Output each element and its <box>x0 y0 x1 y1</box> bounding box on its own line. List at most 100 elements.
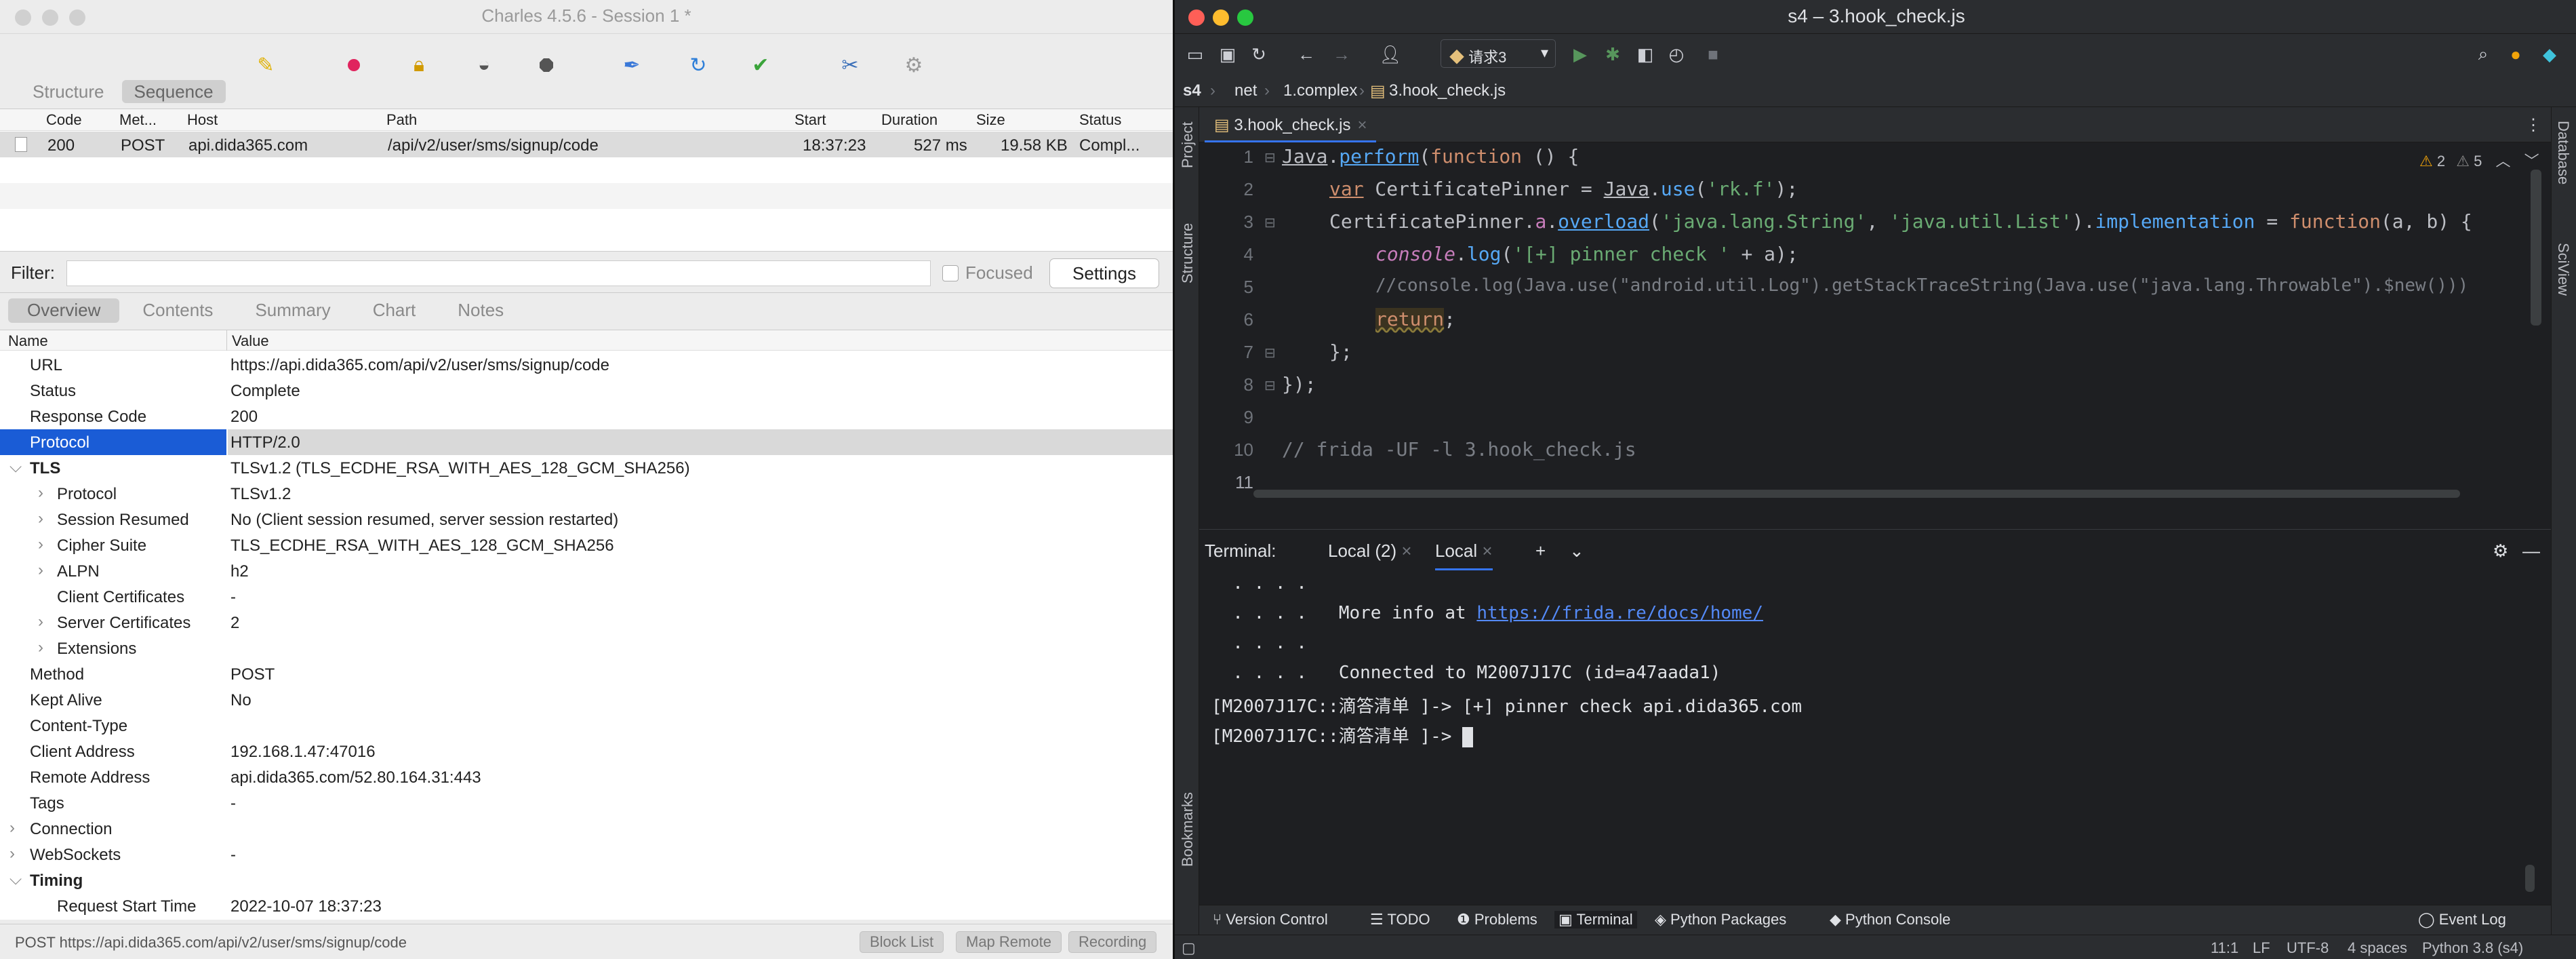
overview-row[interactable]: › Cipher Suite TLS_ECDHE_RSA_WITH_AES_128_… <box>0 532 1173 558</box>
chevron-right-icon[interactable]: › <box>38 535 43 554</box>
indent-setting[interactable]: 4 spaces <box>2348 939 2407 957</box>
chevron-down-icon[interactable]: ⌵ <box>9 870 22 889</box>
vertical-scrollbar[interactable] <box>2531 170 2541 326</box>
python-interpreter[interactable]: Python 3.8 (s4) <box>2422 939 2523 957</box>
close-icon[interactable]: × <box>1357 116 1367 134</box>
overview-row[interactable]: › Protocol TLSv1.2 <box>0 481 1173 507</box>
record-icon[interactable] <box>339 50 369 80</box>
tab-notes[interactable]: Notes <box>439 298 523 323</box>
tab-sequence[interactable]: Sequence <box>121 80 226 103</box>
hide-panel-icon[interactable]: — <box>2522 541 2540 562</box>
breadcrumb-item[interactable]: net <box>1234 81 1257 100</box>
bookmarks-tool-tab[interactable]: Bookmarks <box>1179 792 1196 867</box>
update-icon[interactable]: ● <box>2503 42 2528 66</box>
tools-icon[interactable]: ✂ <box>835 50 865 80</box>
terminal-prompt[interactable]: [M2007J17C::滴答清单 ]-> <box>1211 722 1474 747</box>
overview-row[interactable]: › Extensions <box>0 635 1173 661</box>
terminal-scrollbar[interactable] <box>2525 865 2535 892</box>
overview-row[interactable]: › Connection <box>0 816 1173 842</box>
caret-position[interactable]: 11:1 <box>2211 939 2238 957</box>
ssl-proxy-lock-icon[interactable]: 🔒︎ <box>404 50 434 80</box>
run-icon[interactable]: ▶ <box>1568 42 1592 66</box>
col-start[interactable]: Start <box>794 111 826 129</box>
fold-icon[interactable]: ⊟ <box>1264 214 1276 231</box>
inspection-widget[interactable]: ⚠ 2 ⚠ 5 ︿ ﹀ <box>2419 149 2539 171</box>
col-status[interactable]: Status <box>1079 111 1121 129</box>
open-folder-icon[interactable]: ▭ <box>1183 42 1207 66</box>
tab-chart[interactable]: Chart <box>354 298 435 323</box>
more-vertical-icon[interactable]: ⋮ <box>2525 115 2541 135</box>
chevron-down-icon[interactable]: ⌵ <box>9 458 22 477</box>
overview-row[interactable]: Status Complete <box>0 378 1173 404</box>
chevron-right-icon[interactable]: › <box>38 561 43 580</box>
tab-summary[interactable]: Summary <box>236 298 349 323</box>
sciview-tool-tab[interactable]: SciView <box>2554 243 2572 296</box>
col-host[interactable]: Host <box>187 111 218 129</box>
chevron-up-icon[interactable]: ︿ <box>2495 153 2510 170</box>
breakpoint-icon[interactable] <box>531 50 561 80</box>
overview-row[interactable]: Tags - <box>0 790 1173 816</box>
vcs-user-icon[interactable]: 👤︎ <box>1378 42 1403 66</box>
col-method[interactable]: Met... <box>119 111 157 129</box>
overview-row[interactable]: Kept Alive No <box>0 687 1173 713</box>
coverage-icon[interactable]: ◧ <box>1633 42 1657 66</box>
overview-row[interactable]: Request Start Time 2022-10-07 18:37:23 <box>0 893 1173 919</box>
overview-row[interactable]: › WebSockets - <box>0 842 1173 867</box>
map-remote-button[interactable]: Map Remote <box>956 931 1062 953</box>
validate-check-icon[interactable]: ✔ <box>746 50 776 80</box>
tab-structure[interactable]: Structure <box>20 80 117 103</box>
broom-icon[interactable]: ✎ <box>251 50 281 80</box>
focused-checkbox[interactable] <box>942 265 959 281</box>
overview-row[interactable]: › Server Certificates 2 <box>0 610 1173 635</box>
version-control-tab[interactable]: ⑂ Version Control <box>1213 911 1328 928</box>
chevron-right-icon[interactable]: › <box>9 844 15 863</box>
breadcrumb-item[interactable]: 1.complex <box>1283 81 1357 100</box>
compose-pen-icon[interactable]: ✒ <box>617 50 647 80</box>
database-tool-tab[interactable]: Database <box>2554 121 2572 184</box>
overview-row-selected[interactable]: Protocol HTTP/2.0 <box>0 429 1173 455</box>
file-encoding[interactable]: UTF-8 <box>2287 939 2329 957</box>
layout-icon[interactable]: ▢ <box>1182 939 1196 957</box>
col-duration[interactable]: Duration <box>881 111 938 129</box>
settings-gear-icon[interactable]: ⚙ <box>899 50 929 80</box>
settings-button[interactable]: Settings <box>1049 258 1159 288</box>
breadcrumb-item[interactable]: s4 <box>1183 81 1201 100</box>
problems-tab[interactable]: ❶ Problems <box>1457 911 1537 928</box>
toolbox-icon[interactable]: ◆ <box>2537 42 2562 66</box>
overview-row[interactable]: Client Address 192.168.1.47:47016 <box>0 739 1173 764</box>
overview-row[interactable]: › Session Resumed No (Client session resum… <box>0 507 1173 532</box>
table-row[interactable]: 200 POST api.dida365.com /api/v2/user/sm… <box>0 132 1173 157</box>
forward-arrow-icon[interactable]: → <box>1329 42 1354 66</box>
overview-row[interactable]: Remote Address api.dida365.com/52.80.164.… <box>0 764 1173 790</box>
structure-tool-tab[interactable]: Structure <box>1179 223 1196 283</box>
python-packages-tab[interactable]: ◈ Python Packages <box>1655 911 1786 928</box>
run-configuration-select[interactable]: ◆ 请求3 ▾ <box>1441 39 1556 68</box>
profile-icon[interactable]: ◴ <box>1664 42 1689 66</box>
close-icon[interactable]: × <box>1482 541 1492 561</box>
fold-icon[interactable]: ⊟ <box>1264 345 1276 361</box>
back-arrow-icon[interactable]: ← <box>1294 42 1319 66</box>
search-icon[interactable]: ⌕ <box>2471 42 2495 66</box>
terminal-link[interactable]: https://frida.re/docs/home/ <box>1476 603 1763 623</box>
debug-bug-icon[interactable]: ✱ <box>1601 42 1625 66</box>
chevron-down-icon[interactable]: ⌄ <box>1569 541 1584 562</box>
gear-icon[interactable]: ⚙ <box>2493 541 2508 562</box>
close-icon[interactable]: × <box>1401 541 1411 561</box>
python-console-tab[interactable]: ◆ Python Console <box>1830 911 1950 928</box>
chevron-right-icon[interactable]: › <box>38 509 43 528</box>
terminal-tab[interactable]: ▣ Terminal <box>1554 911 1637 928</box>
overview-row[interactable]: ⌵ TLS TLSv1.2 (TLS_ECDHE_RSA_WITH_AES_128_… <box>0 455 1173 481</box>
line-separator[interactable]: LF <box>2253 939 2270 957</box>
filter-input[interactable] <box>66 260 931 286</box>
stop-icon[interactable]: ■ <box>1701 42 1725 66</box>
overview-row[interactable]: › ALPN h2 <box>0 558 1173 584</box>
tab-contents[interactable]: Contents <box>123 298 232 323</box>
col-code[interactable]: Code <box>46 111 82 129</box>
chevron-right-icon[interactable]: › <box>9 819 15 838</box>
throttle-turtle-icon[interactable]: ◒ <box>469 50 499 80</box>
chevron-down-icon[interactable]: ﹀ <box>2524 153 2539 170</box>
overview-row[interactable]: URL https://api.dida365.com/api/v2/user/s… <box>0 352 1173 378</box>
horizontal-scrollbar[interactable] <box>1253 490 2460 498</box>
recording-button[interactable]: Recording <box>1068 931 1157 953</box>
tab-local-2[interactable]: Local (2) × <box>1328 541 1412 562</box>
